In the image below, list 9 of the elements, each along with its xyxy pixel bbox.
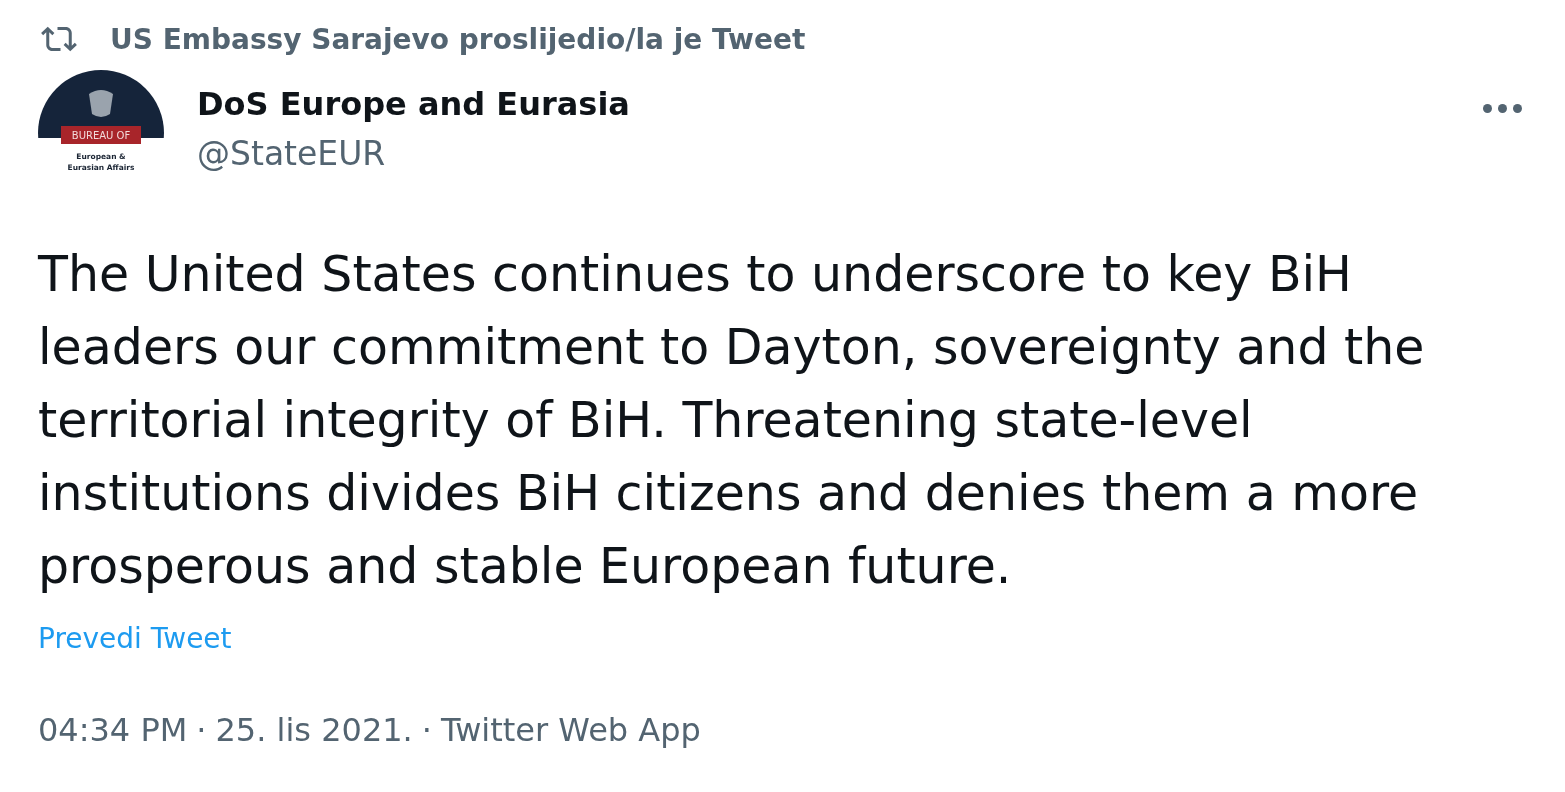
tweet-source[interactable]: Twitter Web App [440,711,701,749]
tweet-text: The United States continues to underscore to key BiH leaders our commitment to Dayton, sovereignty and the territorial integrity of BiH. Threatening state-level institutions divides BiH citizens and denies them a more prosperous and stable European future. [38,245,1426,597]
tweet-date[interactable]: 25. lis 2021. [215,711,413,749]
meta-separator: · [421,711,432,749]
author-name[interactable]: DoS Europe and Eurasia [197,82,1483,126]
meta-separator: · [196,711,207,749]
tweet-time[interactable]: 04:34 PM [38,711,188,749]
author-handle[interactable]: @StateEUR [197,130,1483,178]
retweet-label[interactable]: US Embassy Sarajevo proslijedio/la je Tweet [110,22,806,56]
